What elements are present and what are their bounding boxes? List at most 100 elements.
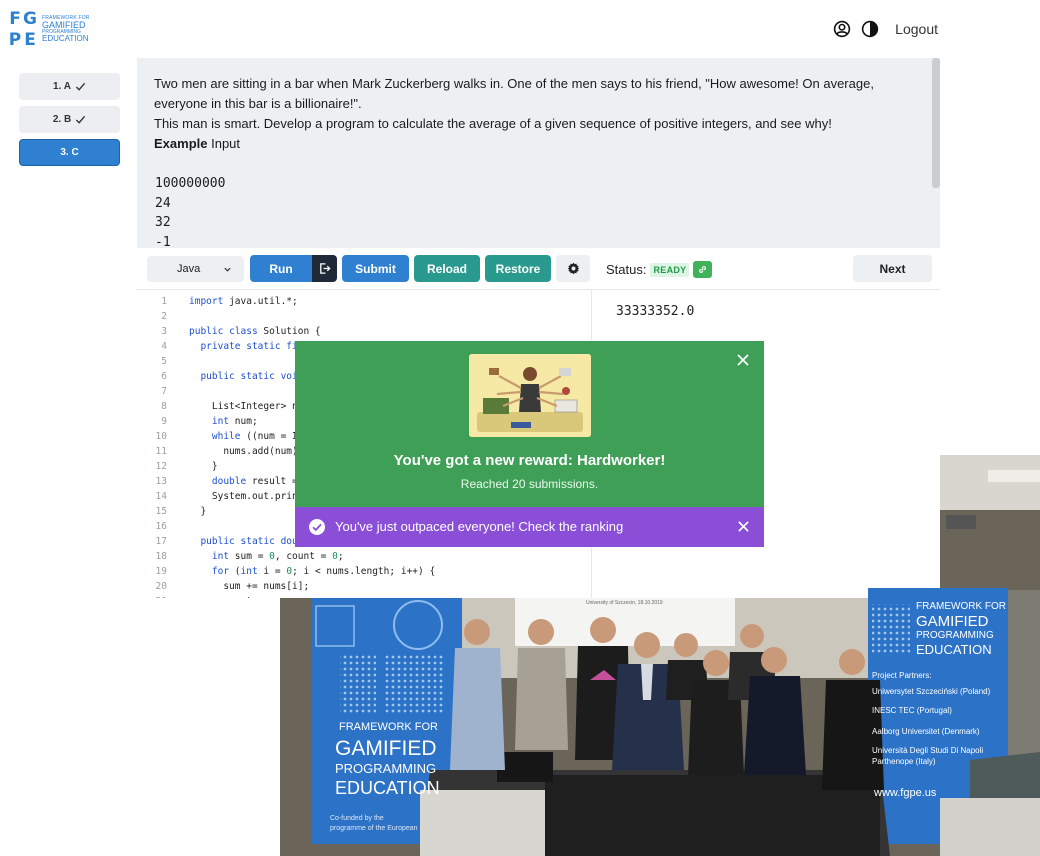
- line-number: 9: [161, 416, 167, 427]
- exit-arrow-icon: [320, 263, 331, 274]
- sidebar-item-a[interactable]: 1. A: [19, 73, 120, 100]
- code-text: }: [189, 461, 218, 472]
- status-badge: READY: [650, 262, 690, 277]
- code-text: public class Solution {: [189, 326, 321, 337]
- left-banner-line-1: FRAMEWORK FOR: [339, 721, 438, 733]
- right-banner-partner: Aalborg Universitet (Denmark): [872, 727, 980, 736]
- logo-line-4: EDUCATION: [42, 33, 89, 43]
- left-banner-footer-2: programme of the European: [330, 825, 418, 832]
- line-number: 1: [161, 296, 167, 307]
- fgpe-screen: F G P E FRAMEWORK FOR GAMIFIED PROGRAMMI…: [0, 0, 1040, 856]
- fgpe-logo[interactable]: F G P E FRAMEWORK FOR GAMIFIED PROGRAMMI…: [8, 8, 118, 50]
- line-number: 19: [155, 566, 167, 577]
- logo-letter-p: P: [8, 29, 22, 50]
- ranking-message: You've just outpaced everyone! Check the…: [335, 519, 624, 534]
- right-banner-line-1: FRAMEWORK FOR: [916, 601, 1006, 612]
- chevron-down-icon: [224, 267, 231, 272]
- language-value: Java: [177, 263, 201, 275]
- status-label: Status:: [606, 262, 647, 277]
- code-text: import java.util.*;: [189, 296, 298, 307]
- line-number: 15: [155, 506, 167, 517]
- line-number: 7: [161, 386, 167, 397]
- right-banner-partners-title: Project Partners:: [872, 671, 932, 680]
- logo-wordmark: FRAMEWORK FOR GAMIFIED PROGRAMMING EDUCA…: [42, 15, 90, 43]
- left-banner-line-3: PROGRAMMING: [335, 761, 437, 776]
- line-number: 12: [155, 461, 167, 472]
- example-heading: Example Input: [154, 134, 924, 154]
- run-options-button[interactable]: [312, 255, 337, 282]
- code-text: sum += nums[i];: [223, 581, 310, 592]
- line-number: 5: [161, 356, 167, 367]
- right-banner-partner: Uniwersytet Szczeciński (Poland): [872, 687, 991, 696]
- language-select[interactable]: Java: [147, 256, 244, 282]
- code-text: count++;: [189, 594, 269, 598]
- code-line: 18 int sum = 0, count = 0;: [137, 549, 591, 564]
- line-number: 6: [161, 371, 167, 382]
- gear-icon: [567, 262, 579, 275]
- logout-link[interactable]: Logout: [895, 21, 938, 37]
- reload-button[interactable]: Reload: [414, 255, 480, 282]
- line-number: 8: [161, 401, 167, 412]
- line-number: 16: [155, 521, 167, 532]
- code-text: for (int i = 0; i < nums.length; i++) {: [211, 566, 436, 577]
- problem-paragraph-1: Two men are sitting in a bar when Mark Z…: [154, 76, 874, 111]
- line-number: 20: [155, 581, 167, 592]
- left-banner-line-2: GAMIFIED: [335, 737, 437, 760]
- line-number: 17: [155, 536, 167, 547]
- run-label: Run: [269, 261, 293, 276]
- description-scrollbar[interactable]: [932, 58, 940, 188]
- line-number: 21: [137, 594, 167, 598]
- code-text: int sum = 0, count = 0;: [211, 551, 344, 562]
- left-banner-line-4: EDUCATION: [335, 778, 440, 798]
- sidebar-item-b[interactable]: 2. B: [19, 106, 120, 133]
- contrast-icon[interactable]: [861, 20, 879, 38]
- reward-title: You've got a new reward: Hardworker!: [393, 452, 666, 469]
- right-banner-partner: Parthenope (Italy): [872, 757, 936, 766]
- share-link-button[interactable]: [693, 261, 713, 278]
- sidebar-item-label: 2. B: [52, 114, 72, 125]
- code-text: int num;: [211, 416, 258, 427]
- code-line: 2: [137, 309, 591, 324]
- restore-button[interactable]: Restore: [485, 255, 551, 282]
- submit-button[interactable]: Submit: [342, 255, 409, 282]
- example-suffix: Input: [211, 136, 241, 151]
- right-banner-url: www.fgpe.us: [874, 787, 937, 799]
- code-line: 19 for (int i = 0; i < nums.length; i++)…: [137, 564, 591, 579]
- right-banner-partner: INESC TEC (Portugal): [872, 706, 952, 715]
- code-text: }: [189, 506, 207, 517]
- ranking-notification[interactable]: You've just outpaced everyone! Check the…: [295, 507, 764, 547]
- code-text: nums.add(num);: [223, 446, 303, 457]
- circle-check-icon: [309, 519, 325, 535]
- code-line: 21 count++;: [137, 594, 591, 598]
- code-line: 3 public class Solution {: [137, 324, 591, 339]
- run-button[interactable]: Run: [250, 255, 312, 282]
- user-circle-icon[interactable]: [833, 20, 851, 38]
- code-line: 1 import java.util.*;: [137, 294, 591, 309]
- sidebar-item-c[interactable]: 3. C: [19, 139, 120, 166]
- problem-statement: Two men are sitting in a bar when Mark Z…: [137, 58, 940, 248]
- close-icon[interactable]: [737, 520, 750, 533]
- line-number: 3: [161, 326, 167, 337]
- right-banner-line-3: PROGRAMMING: [916, 630, 994, 641]
- header-actions: Logout: [833, 20, 938, 38]
- logo-mark: F G P E: [8, 9, 37, 50]
- logo-letter-e: E: [24, 29, 36, 50]
- editor-toolbar: Java Run Submit Reload Restore Status: R…: [137, 248, 940, 290]
- right-banner-partner: Università Degli Studi Di Napoli: [872, 746, 984, 755]
- next-button[interactable]: Next: [853, 255, 932, 282]
- right-banner-line-2: GAMIFIED: [916, 613, 989, 630]
- line-number: 11: [155, 446, 167, 457]
- screen-caption: University of Szczecin, 18.10.2019: [586, 600, 663, 606]
- status-indicator: Status: READY: [606, 261, 713, 278]
- output-value: 33333352.0: [616, 304, 695, 319]
- close-icon[interactable]: [736, 353, 750, 367]
- code-line: 20 sum += nums[i];: [137, 579, 591, 594]
- settings-button[interactable]: [556, 255, 590, 282]
- hardworker-badge-image: [469, 354, 591, 437]
- sidebar-item-label: 3. C: [60, 147, 79, 158]
- reload-label: Reload: [426, 261, 467, 276]
- top-header: F G P E FRAMEWORK FOR GAMIFIED PROGRAMMI…: [0, 0, 940, 58]
- problem-paragraph-2: This man is smart. Develop a program to …: [154, 116, 832, 131]
- logo-letter-f: F: [9, 8, 21, 29]
- right-banner-line-4: EDUCATION: [916, 642, 992, 657]
